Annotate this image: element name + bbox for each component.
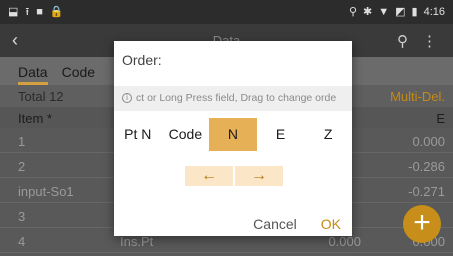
add-fab-button[interactable]: + [403, 205, 441, 243]
status-time: 4:16 [423, 5, 445, 18]
row-e-value: 0.000 [412, 134, 445, 149]
bluetooth-icon: ✱ [363, 5, 373, 18]
field-pt-n[interactable]: Pt N [114, 118, 162, 151]
row-code: Ins.Pt [120, 234, 154, 249]
row-name: 4 [18, 234, 26, 249]
row-name: input-So1 [18, 184, 74, 199]
total-count: Total 12 [18, 89, 64, 104]
upload-icon: ⭱ [25, 5, 30, 18]
column-header-item[interactable]: Item * [18, 111, 52, 126]
row-name: 2 [18, 159, 26, 174]
ok-button[interactable]: OK [321, 216, 341, 232]
multi-delete-button[interactable]: Multi-Del. [390, 89, 445, 104]
location-icon: ⚲ [348, 5, 357, 18]
dialog-title: Order: [122, 52, 162, 68]
move-buttons: ← → [185, 166, 283, 186]
row-name: 1 [18, 134, 26, 149]
tab-code[interactable]: Code [62, 64, 95, 85]
move-right-button[interactable]: → [235, 166, 283, 186]
column-header-e[interactable]: E [436, 111, 445, 126]
order-dialog: Order: i ct or Long Press field, Drag to… [114, 41, 352, 236]
battery-icon: ▮ [411, 5, 418, 18]
field-e[interactable]: E [257, 118, 305, 151]
row-e-value: -0.271 [408, 184, 445, 199]
row-n-value: 0.000 [328, 234, 361, 249]
plus-icon: + [413, 206, 431, 239]
move-left-button[interactable]: ← [185, 166, 233, 186]
hint-text: ct or Long Press field, Drag to change o… [136, 92, 337, 104]
row-name: 3 [18, 209, 26, 224]
field-z[interactable]: Z [304, 118, 352, 151]
field-code[interactable]: Code [162, 118, 210, 151]
left-arrow-icon: ← [201, 167, 217, 184]
notification-icon: ⬓ [8, 5, 19, 18]
dialog-actions: Cancel OK [253, 216, 341, 232]
wifi-icon: ▼ [378, 5, 390, 18]
field-n[interactable]: N [209, 118, 257, 151]
hint-bar: i ct or Long Press field, Drag to change… [114, 86, 352, 111]
info-icon: i [122, 93, 132, 103]
status-bar: ⬓ ⭱ ■ 🔒 ⚲ ✱ ▼ ◩ ▮ 4:16 [0, 0, 453, 24]
cancel-button[interactable]: Cancel [253, 216, 297, 232]
lock-icon: 🔒 [49, 5, 64, 18]
right-arrow-icon: → [251, 167, 267, 184]
square-icon: ■ [36, 5, 43, 18]
tab-data[interactable]: Data [18, 64, 48, 85]
row-e-value: -0.286 [408, 159, 445, 174]
signal-icon: ◩ [395, 5, 406, 18]
field-order-row: Pt N Code N E Z [114, 118, 352, 151]
